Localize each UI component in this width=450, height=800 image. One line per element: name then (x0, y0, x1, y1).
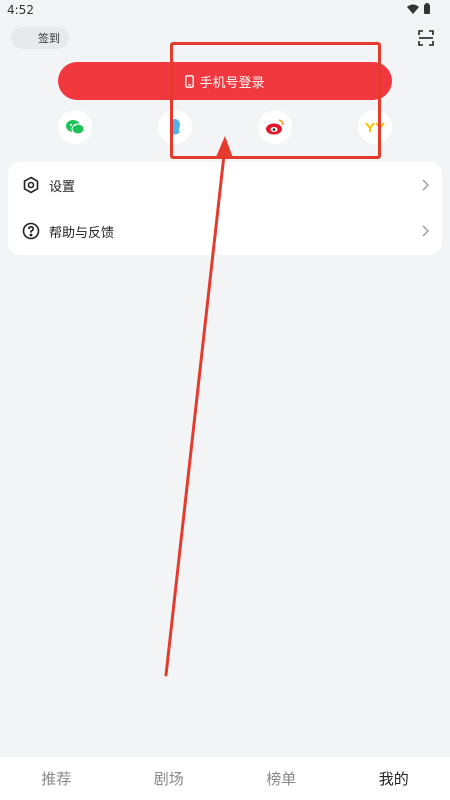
yy-icon (365, 122, 385, 132)
tab-rankings[interactable]: 榜单 (225, 757, 338, 800)
qq-icon (169, 119, 181, 135)
status-time: 4:52 (7, 3, 34, 17)
checkin-button[interactable]: 签到 (11, 27, 69, 49)
chevron-right-icon (422, 225, 429, 237)
bottom-tab-bar: 推荐 剧场 榜单 我的 (0, 757, 450, 800)
wifi-icon (407, 4, 419, 14)
phone-icon (185, 74, 195, 88)
menu-card: 设置 帮助与反馈 (8, 162, 442, 255)
menu-item-help[interactable]: 帮助与反馈 (8, 208, 442, 254)
tab-recommend[interactable]: 推荐 (0, 757, 113, 800)
scan-icon[interactable] (418, 30, 434, 46)
yy-login-button[interactable] (358, 110, 392, 144)
battery-icon (424, 3, 430, 14)
help-icon (22, 222, 40, 240)
status-icons (407, 3, 430, 14)
menu-item-label: 帮助与反馈 (49, 225, 115, 241)
menu-item-settings[interactable]: 设置 (8, 162, 442, 208)
wechat-icon (66, 120, 85, 135)
tab-theater[interactable]: 剧场 (113, 757, 226, 800)
status-bar: 4:52 (0, 0, 450, 20)
wechat-login-button[interactable] (58, 110, 92, 144)
chevron-right-icon (422, 179, 429, 191)
phone-login-label: 手机号登录 (199, 75, 265, 91)
menu-item-label: 设置 (49, 179, 76, 195)
phone-login-button[interactable]: 手机号登录 (58, 62, 392, 100)
checkin-label: 签到 (38, 32, 60, 45)
settings-icon (23, 176, 39, 194)
weibo-login-button[interactable] (258, 110, 292, 144)
tab-label: 剧场 (153, 770, 184, 788)
tab-label: 榜单 (266, 770, 297, 788)
qq-login-button[interactable] (158, 110, 192, 144)
tab-mine[interactable]: 我的 (338, 757, 450, 800)
tab-label: 推荐 (41, 770, 72, 788)
weibo-icon (266, 119, 284, 135)
tab-label: 我的 (378, 770, 409, 788)
